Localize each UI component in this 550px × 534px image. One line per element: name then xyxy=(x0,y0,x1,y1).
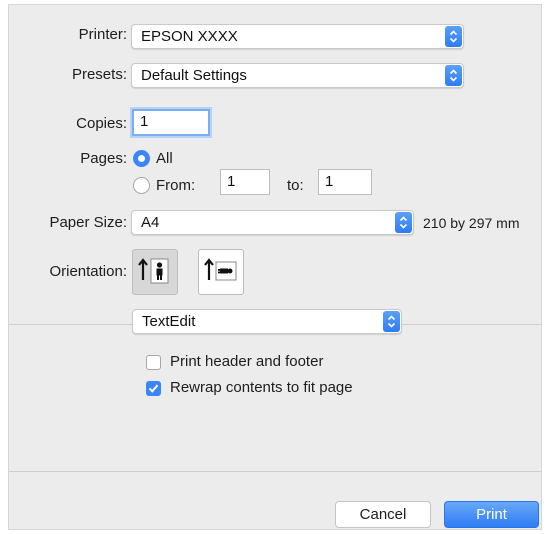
print-header-footer-checkbox[interactable] xyxy=(146,355,161,370)
paper-size-label: Paper Size: xyxy=(49,214,127,231)
pages-to-field[interactable]: 1 xyxy=(318,169,372,195)
print-button[interactable]: Print xyxy=(444,501,539,528)
checkmark-icon xyxy=(148,384,159,393)
chevron-updown-icon xyxy=(445,65,462,86)
orientation-label: Orientation: xyxy=(49,263,127,280)
portrait-icon xyxy=(138,258,169,284)
copies-label: Copies: xyxy=(76,115,127,132)
pages-from-radio[interactable] xyxy=(133,177,150,194)
orientation-portrait-button[interactable] xyxy=(132,249,178,295)
pages-from-label: From: xyxy=(156,177,196,194)
printer-label: Printer: xyxy=(78,26,127,43)
print-header-footer-label: Print header and footer xyxy=(170,353,324,370)
pages-to-label: to: xyxy=(287,177,304,194)
chevron-updown-icon xyxy=(383,311,400,332)
printer-value: EPSON XXXX xyxy=(141,28,238,45)
pages-all-radio[interactable] xyxy=(133,150,150,167)
app-panel-value: TextEdit xyxy=(142,313,196,330)
copies-field[interactable]: 1 xyxy=(132,109,210,136)
pages-all-label: All xyxy=(156,150,173,167)
pages-from-field[interactable]: 1 xyxy=(220,169,270,195)
chevron-updown-icon xyxy=(445,26,462,47)
paper-size-value: A4 xyxy=(141,214,160,231)
pages-label: Pages: xyxy=(80,150,127,167)
chevron-updown-icon xyxy=(395,212,412,233)
printer-popup[interactable]: EPSON XXXX xyxy=(131,24,464,49)
presets-value: Default Settings xyxy=(141,67,247,84)
presets-label: Presets: xyxy=(71,66,127,83)
landscape-icon xyxy=(204,258,237,281)
paper-dimensions: 210 by 297 mm xyxy=(423,215,520,231)
print-dialog: Printer: EPSON XXXX Presets: Default Set… xyxy=(8,4,542,530)
rewrap-contents-label: Rewrap contents to fit page xyxy=(170,379,353,396)
divider xyxy=(9,471,541,472)
presets-popup[interactable]: Default Settings xyxy=(131,63,464,88)
cancel-button[interactable]: Cancel xyxy=(335,501,431,528)
paper-size-popup[interactable]: A4 xyxy=(131,210,414,235)
orientation-landscape-button[interactable] xyxy=(198,249,244,295)
app-panel-popup[interactable]: TextEdit xyxy=(132,309,402,334)
rewrap-contents-checkbox[interactable] xyxy=(146,381,161,396)
